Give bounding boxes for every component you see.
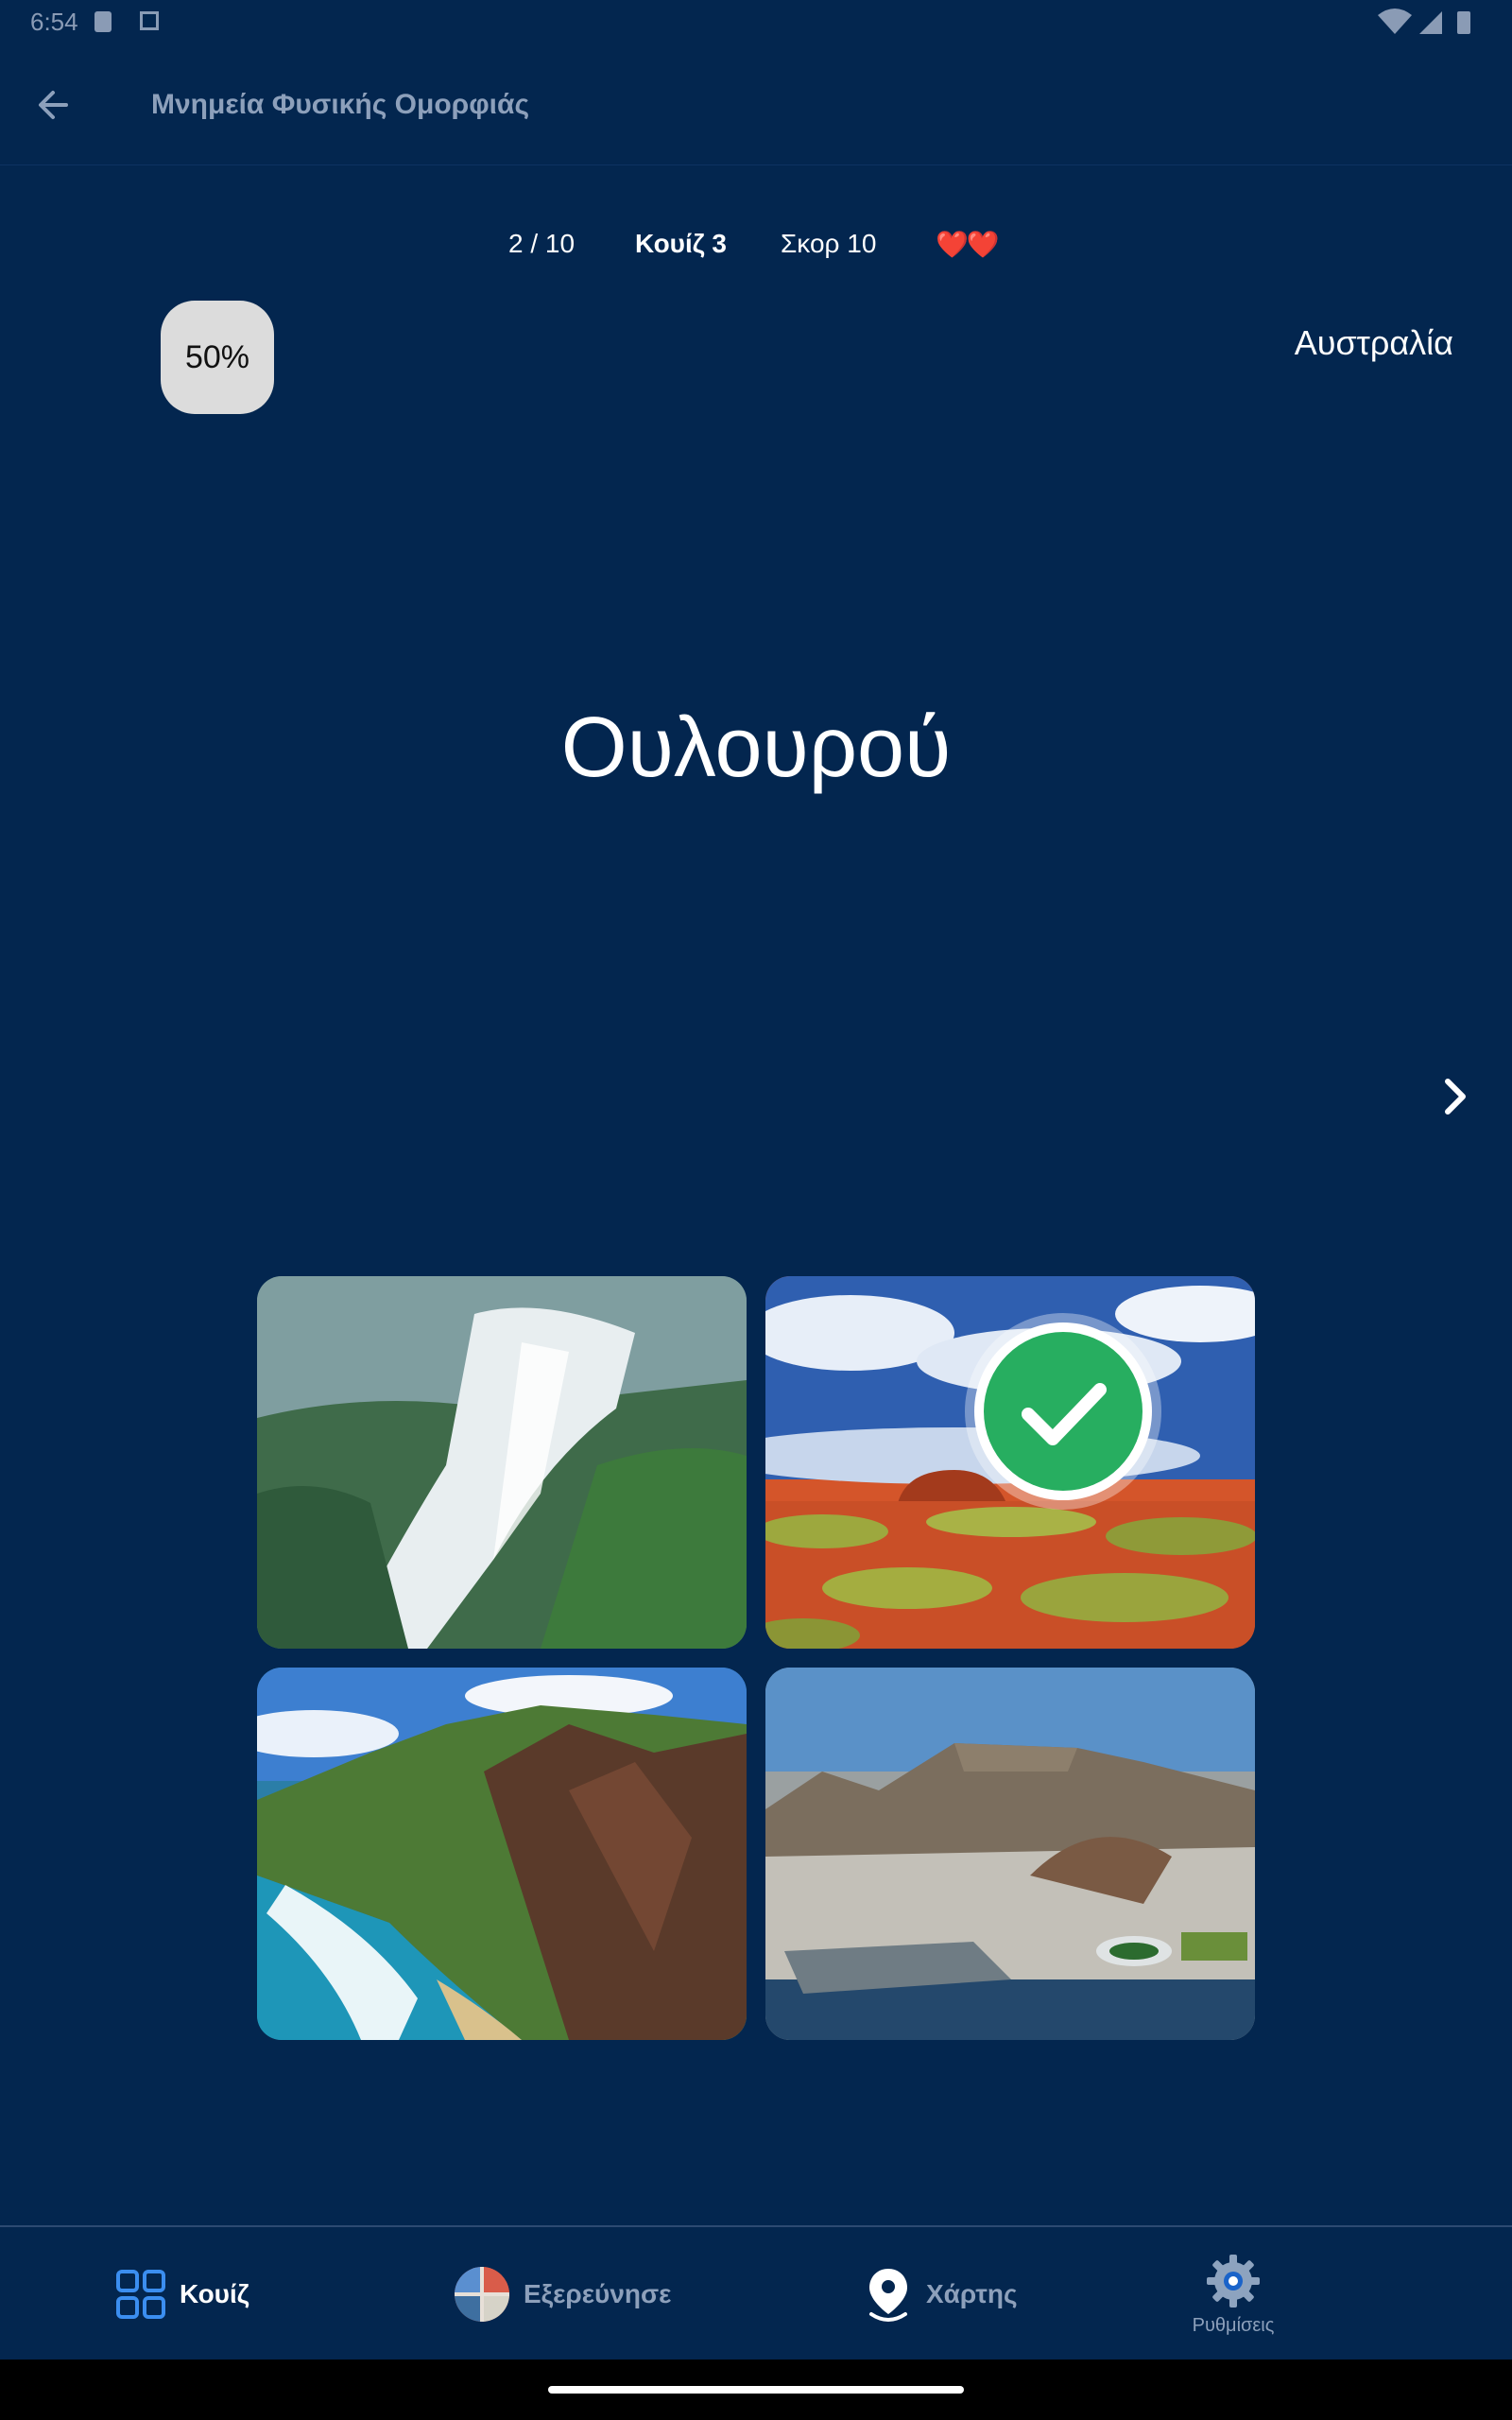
status-bar: 6:54 bbox=[0, 0, 1512, 45]
fifty-fifty-label: 50% bbox=[184, 338, 250, 375]
wifi-icon bbox=[1378, 9, 1412, 34]
bottom-navigation: Κουίζ Εξερεύνησε Χάρτης Ρυθμίσεις bbox=[0, 2225, 1512, 2361]
system-icons bbox=[1378, 9, 1470, 34]
battery-icon bbox=[1457, 11, 1470, 34]
nav-quiz-label: Κουίζ bbox=[180, 2279, 249, 2308]
nav-explore[interactable]: Εξερεύνησε bbox=[454, 2227, 671, 2361]
answer-image-waterfall[interactable] bbox=[257, 1276, 747, 1649]
nav-quiz[interactable]: Κουίζ bbox=[115, 2227, 249, 2361]
nav-map-label: Χάρτης bbox=[926, 2279, 1018, 2308]
chevron-right-icon[interactable] bbox=[1427, 1068, 1484, 1125]
gear-icon bbox=[1207, 2254, 1260, 2308]
app-bar: Μνημεία Φυσικής Ομορφιάς bbox=[0, 45, 1512, 165]
answer-image-city-mountain[interactable] bbox=[765, 1668, 1255, 2040]
answer-image-coast-cliffs[interactable] bbox=[257, 1668, 747, 2040]
question-progress: 2 / 10 bbox=[508, 229, 576, 258]
arrow-back-icon[interactable] bbox=[30, 81, 77, 129]
sd-card-icon bbox=[94, 11, 112, 32]
waterfall-image bbox=[257, 1276, 747, 1649]
home-gesture-bar[interactable] bbox=[548, 2386, 964, 2394]
quiz-number: Κουίζ 3 bbox=[635, 229, 728, 258]
quiz-stats: 2 / 10 Κουίζ 3 Σκορ 10 ❤️❤️ bbox=[0, 227, 1512, 265]
notification-icon bbox=[140, 11, 159, 30]
score: Σκορ 10 bbox=[781, 229, 877, 258]
system-navigation bbox=[0, 2360, 1512, 2420]
status-time: 6:54 bbox=[30, 8, 78, 36]
nav-map[interactable]: Χάρτης bbox=[864, 2227, 1018, 2361]
nav-settings-label: Ρυθμίσεις bbox=[1192, 2314, 1275, 2336]
fifty-fifty-button[interactable]: 50% bbox=[161, 301, 274, 414]
app-title: Μνημεία Φυσικής Ομορφιάς bbox=[151, 89, 530, 120]
question-text: Ουλουρού bbox=[560, 700, 952, 795]
nav-explore-label: Εξερεύνησε bbox=[524, 2279, 672, 2308]
answer-image-red-rock[interactable] bbox=[765, 1276, 1255, 1649]
globe-icon bbox=[455, 2267, 509, 2322]
signal-icon bbox=[1419, 11, 1442, 34]
correct-check-icon bbox=[965, 1313, 1161, 1510]
grid-icon bbox=[116, 2270, 165, 2319]
city-mountain-harbor-image bbox=[765, 1668, 1255, 2040]
lives-hearts: ❤️❤️ bbox=[936, 230, 1000, 259]
green-cliffs-coast-image bbox=[257, 1668, 747, 2040]
map-pin-icon bbox=[869, 2269, 907, 2322]
nav-settings[interactable]: Ρυθμίσεις bbox=[1181, 2227, 1285, 2361]
country-label: Αυστραλία bbox=[1294, 323, 1453, 362]
